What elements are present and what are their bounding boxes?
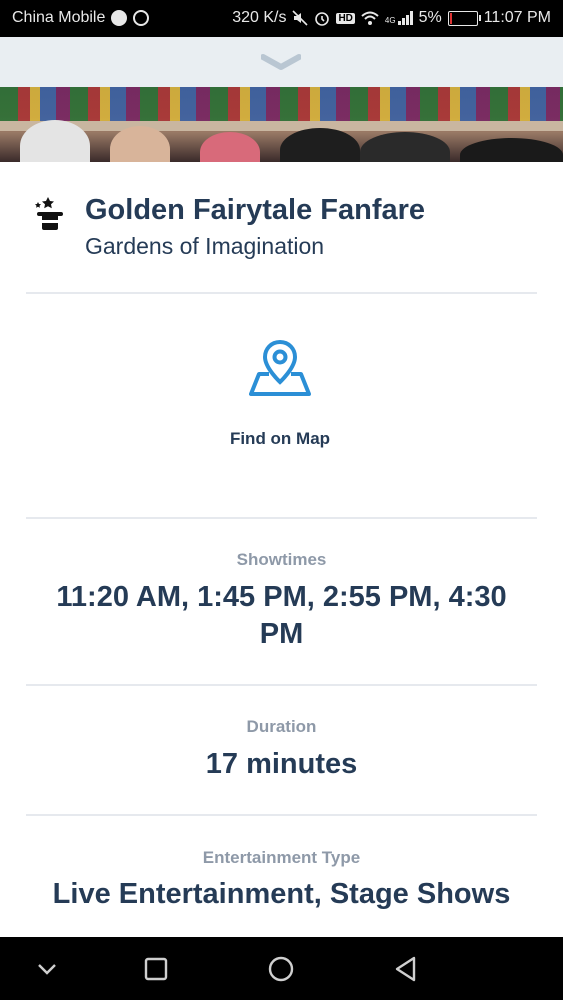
- carrier-name: China Mobile: [12, 9, 106, 26]
- find-on-map-button[interactable]: Find on Map: [180, 330, 380, 460]
- magic-hat-icon: [35, 197, 63, 230]
- location-name: Gardens of Imagination: [85, 233, 325, 259]
- showtimes-value: 11:20 AM, 1:45 PM, 2:55 PM, 4:30 PM: [56, 581, 507, 650]
- status-bar: China Mobile 320 K/s HD 4G 5% 11:07 PM: [0, 0, 563, 37]
- globe-icon: [111, 10, 128, 26]
- divider: [26, 517, 537, 519]
- clock: 11:07 PM: [483, 9, 551, 26]
- duration-value: 17 minutes: [205, 748, 358, 780]
- battery-icon: [447, 10, 481, 26]
- map-pin-icon: [249, 340, 311, 396]
- crowd-head: [110, 126, 170, 162]
- hero-image: [0, 87, 563, 162]
- find-on-map-label: Find on Map: [229, 429, 331, 448]
- divider: [26, 814, 537, 816]
- crowd-head: [280, 128, 360, 162]
- crowd-head: [360, 132, 450, 162]
- page-title: Golden Fairytale Fanfare: [85, 194, 426, 226]
- whatsapp-icon: [133, 10, 150, 26]
- divider: [26, 684, 537, 686]
- back-button[interactable]: [392, 955, 420, 983]
- hide-nav-button[interactable]: [33, 955, 61, 983]
- battery-level: [449, 12, 452, 24]
- network-type: 4G: [384, 16, 396, 25]
- crowd-head: [200, 132, 260, 162]
- crowd-head: [460, 138, 563, 162]
- duration-label: Duration: [246, 717, 317, 736]
- recents-button[interactable]: [142, 955, 170, 983]
- showtimes-label: Showtimes: [236, 550, 327, 569]
- net-speed: 320 K/s: [232, 9, 287, 26]
- battery-percent: 5%: [418, 9, 442, 26]
- wifi-icon: [361, 11, 379, 25]
- signal-icon: [397, 11, 413, 25]
- navigation-bar: [0, 937, 563, 1000]
- chevron-down-icon[interactable]: [261, 53, 301, 73]
- entertainment-type-value: Live Entertainment, Stage Shows: [52, 878, 511, 910]
- stage-ledge: [0, 121, 563, 131]
- stage-performers: [0, 87, 563, 123]
- hd-icon: HD: [336, 12, 355, 24]
- mute-icon: [292, 10, 309, 26]
- entertainment-type-label: Entertainment Type: [202, 848, 361, 867]
- divider: [26, 292, 537, 294]
- alarm-icon: [315, 12, 330, 26]
- home-button[interactable]: [267, 955, 295, 983]
